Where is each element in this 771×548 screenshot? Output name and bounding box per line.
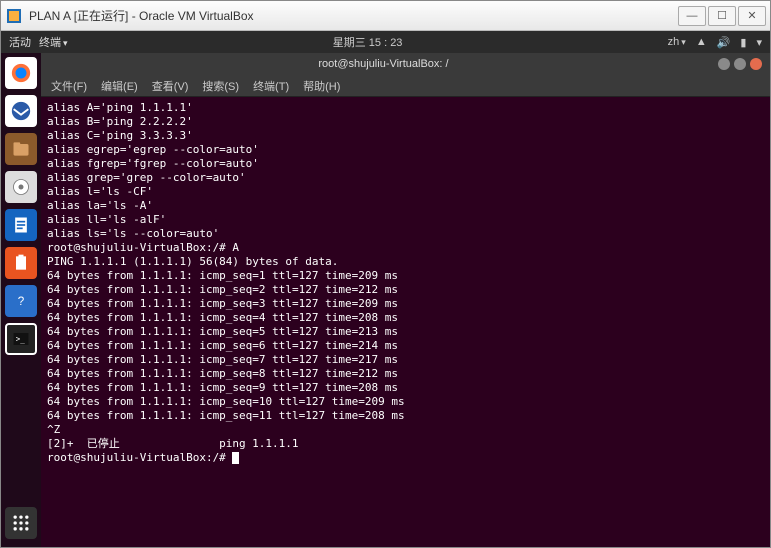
maximize-button[interactable]: ☐ (708, 6, 736, 26)
network-icon[interactable]: ▲ (696, 36, 707, 48)
terminal-line: 64 bytes from 1.1.1.1: icmp_seq=1 ttl=12… (47, 269, 764, 283)
terminal-minimize-icon[interactable] (718, 58, 730, 70)
ubuntu-desktop: 活动 终端 星期三 15 : 23 zh ▲ 🔊 ▮ ▾ (1, 31, 770, 547)
terminal-line: alias ll='ls -alF' (47, 213, 764, 227)
terminal-line: PING 1.1.1.1 (1.1.1.1) 56(84) bytes of d… (47, 255, 764, 269)
terminal-line: alias la='ls -A' (47, 199, 764, 213)
input-method-indicator[interactable]: zh (668, 36, 686, 48)
virtualbox-window: PLAN A [正在运行] - Oracle VM VirtualBox — ☐… (0, 0, 771, 548)
volume-icon[interactable]: 🔊 (717, 36, 731, 49)
menu-search[interactable]: 搜索(S) (202, 78, 239, 94)
terminal-output[interactable]: alias A='ping 1.1.1.1'alias B='ping 2.2.… (41, 97, 770, 547)
clock[interactable]: 星期三 15 : 23 (68, 34, 668, 50)
terminal-close-icon[interactable] (750, 58, 762, 70)
window-controls: — ☐ ✕ (678, 6, 766, 26)
terminal-line: alias grep='grep --color=auto' (47, 171, 764, 185)
terminal-line: alias fgrep='fgrep --color=auto' (47, 157, 764, 171)
terminal-line: root@shujuliu-VirtualBox:/# A (47, 241, 764, 255)
terminal-line: 64 bytes from 1.1.1.1: icmp_seq=5 ttl=12… (47, 325, 764, 339)
close-button[interactable]: ✕ (738, 6, 766, 26)
help-icon[interactable]: ? (5, 285, 37, 317)
terminal-line: alias l='ls -CF' (47, 185, 764, 199)
menu-help[interactable]: 帮助(H) (303, 78, 340, 94)
rhythmbox-icon[interactable] (5, 171, 37, 203)
window-title: PLAN A [正在运行] - Oracle VM VirtualBox (29, 7, 678, 24)
cursor (232, 452, 239, 464)
system-tray[interactable]: zh ▲ 🔊 ▮ ▾ (668, 36, 762, 49)
terminal-line: 64 bytes from 1.1.1.1: icmp_seq=9 ttl=12… (47, 381, 764, 395)
menu-view[interactable]: 查看(V) (152, 78, 189, 94)
window-titlebar[interactable]: PLAN A [正在运行] - Oracle VM VirtualBox — ☐… (1, 1, 770, 31)
terminal-titlebar[interactable]: root@shujuliu-VirtualBox: / (41, 53, 770, 75)
terminal-line: alias B='ping 2.2.2.2' (47, 115, 764, 129)
terminal-line: ^Z (47, 423, 764, 437)
terminal-line: 64 bytes from 1.1.1.1: icmp_seq=11 ttl=1… (47, 409, 764, 423)
terminal-menubar: 文件(F) 编辑(E) 查看(V) 搜索(S) 终端(T) 帮助(H) (41, 75, 770, 97)
files-icon[interactable] (5, 133, 37, 165)
ubuntu-launcher: ? >_ (1, 53, 41, 547)
terminal-line: root@shujuliu-VirtualBox:/# (47, 451, 764, 465)
terminal-line: 64 bytes from 1.1.1.1: icmp_seq=3 ttl=12… (47, 297, 764, 311)
virtualbox-icon (5, 7, 23, 25)
ubuntu-software-icon[interactable] (5, 247, 37, 279)
terminal-line: 64 bytes from 1.1.1.1: icmp_seq=10 ttl=1… (47, 395, 764, 409)
terminal-line: 64 bytes from 1.1.1.1: icmp_seq=2 ttl=12… (47, 283, 764, 297)
terminal-line: alias C='ping 3.3.3.3' (47, 129, 764, 143)
minimize-button[interactable]: — (678, 6, 706, 26)
terminal-launcher-icon[interactable]: >_ (5, 323, 37, 355)
thunderbird-icon[interactable] (5, 95, 37, 127)
terminal-line: alias ls='ls --color=auto' (47, 227, 764, 241)
terminal-line: 64 bytes from 1.1.1.1: icmp_seq=7 ttl=12… (47, 353, 764, 367)
libreoffice-writer-icon[interactable] (5, 209, 37, 241)
svg-text:?: ? (18, 295, 25, 308)
power-icon[interactable]: ▾ (756, 36, 762, 49)
menu-terminal[interactable]: 终端(T) (253, 78, 289, 94)
svg-text:>_: >_ (16, 334, 26, 343)
terminal-window: root@shujuliu-VirtualBox: / 文件(F) 编辑(E) … (41, 53, 770, 547)
battery-icon[interactable]: ▮ (740, 36, 746, 49)
terminal-line: 64 bytes from 1.1.1.1: icmp_seq=6 ttl=12… (47, 339, 764, 353)
gnome-topbar: 活动 终端 星期三 15 : 23 zh ▲ 🔊 ▮ ▾ (1, 31, 770, 53)
topbar-terminal-menu[interactable]: 终端 (39, 34, 68, 50)
firefox-icon[interactable] (5, 57, 37, 89)
menu-edit[interactable]: 编辑(E) (101, 78, 138, 94)
activities-button[interactable]: 活动 (9, 34, 31, 50)
terminal-maximize-icon[interactable] (734, 58, 746, 70)
terminal-title: root@shujuliu-VirtualBox: / (49, 58, 718, 70)
terminal-line: alias egrep='egrep --color=auto' (47, 143, 764, 157)
terminal-line: alias A='ping 1.1.1.1' (47, 101, 764, 115)
terminal-line: 64 bytes from 1.1.1.1: icmp_seq=4 ttl=12… (47, 311, 764, 325)
terminal-line: 64 bytes from 1.1.1.1: icmp_seq=8 ttl=12… (47, 367, 764, 381)
menu-file[interactable]: 文件(F) (51, 78, 87, 94)
show-applications-icon[interactable] (5, 507, 37, 539)
terminal-line: [2]+ 已停止 ping 1.1.1.1 (47, 437, 764, 451)
